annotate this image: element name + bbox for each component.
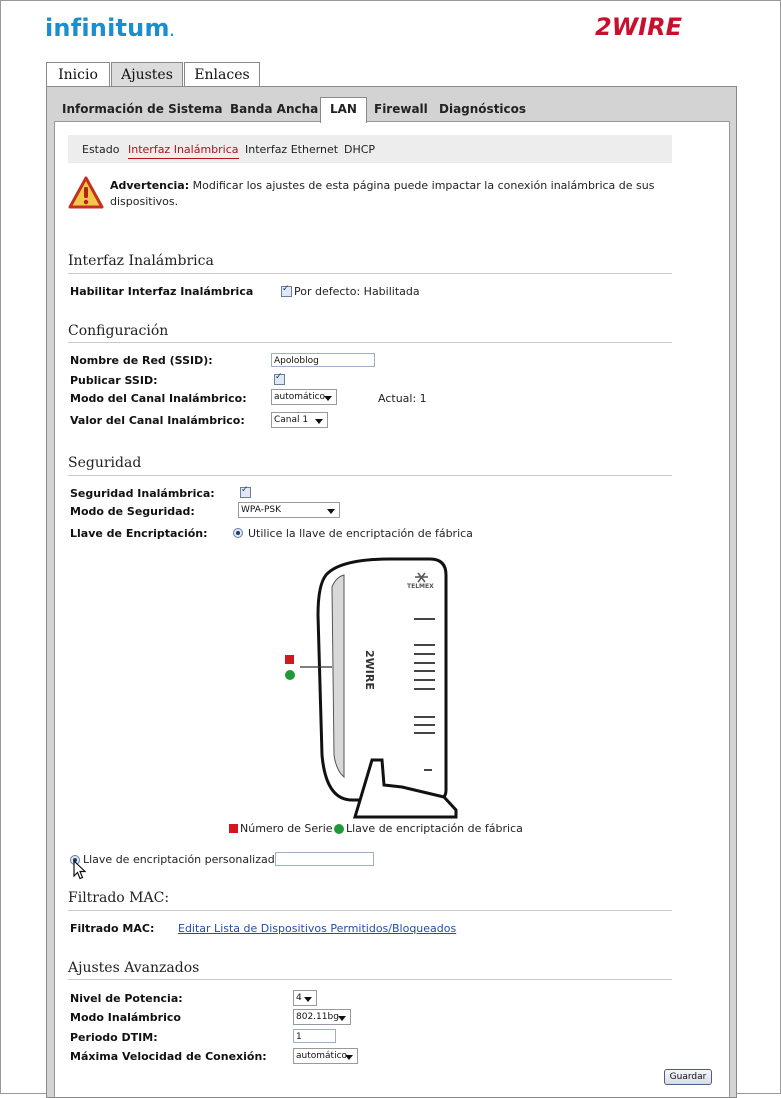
edit-device-list-link[interactable]: Editar Lista de Dispositivos Permitidos/… <box>178 922 456 935</box>
svg-text:2WIRE: 2WIRE <box>363 650 376 690</box>
svg-text:TELMEX: TELMEX <box>407 583 434 590</box>
serial-number-marker <box>285 655 294 664</box>
warning-message: Advertencia: Modificar los ajustes de es… <box>110 179 655 208</box>
max-speed-label: Máxima Velocidad de Conexión: <box>70 1050 267 1063</box>
chevron-down-icon <box>327 509 335 514</box>
custom-key-input[interactable] <box>275 852 374 866</box>
section-title-security: Seguridad <box>68 455 142 471</box>
wireless-mode-select[interactable]: 802.11bg <box>293 1009 351 1025</box>
legend-serial-label: Número de Serie <box>240 822 333 835</box>
chevron-down-icon <box>338 1016 346 1021</box>
subnav-dhcp[interactable]: DHCP <box>344 143 375 156</box>
chevron-down-icon <box>345 1055 353 1060</box>
channel-mode-select[interactable]: automático <box>271 389 337 405</box>
section-title-advanced: Ajustes Avanzados <box>68 960 200 976</box>
warning-icon <box>68 176 104 214</box>
enable-wireless-checkbox[interactable] <box>281 284 292 297</box>
svg-text:2WIRE: 2WIRE <box>595 13 683 41</box>
divider <box>68 342 672 343</box>
ssid-input[interactable]: Apoloblog <box>271 353 375 367</box>
security-mode-label: Modo de Seguridad: <box>70 505 195 518</box>
legend-key-label: Llave de encriptación de fábrica <box>346 822 523 835</box>
tab-lan[interactable]: LAN <box>320 97 367 123</box>
wireless-security-checkbox[interactable] <box>240 485 251 498</box>
factory-key-option-label: Utilice la llave de encriptación de fábr… <box>248 527 473 540</box>
default-enabled-text: Por defecto: Habilitada <box>294 285 420 298</box>
tab-inicio[interactable]: Inicio <box>46 62 110 87</box>
channel-value-select[interactable]: Canal 1 <box>271 412 328 428</box>
chevron-down-icon <box>315 419 323 424</box>
divider <box>68 979 672 980</box>
security-mode-select[interactable]: WPA-PSK <box>238 502 340 518</box>
enable-wireless-label: Habilitar Interfaz Inalámbrica <box>70 285 254 298</box>
max-speed-select[interactable]: automático <box>293 1048 358 1064</box>
power-level-select[interactable]: 4 <box>293 990 317 1006</box>
publish-ssid-checkbox[interactable] <box>274 372 285 385</box>
tab-diagnosticos[interactable]: Diagnósticos <box>439 98 526 120</box>
chevron-down-icon <box>304 997 312 1002</box>
mac-filter-label: Filtrado MAC: <box>70 922 155 935</box>
gateway-device-illustration: TELMEX 2WIRE <box>280 555 470 824</box>
subnav-interfaz-inalambrica[interactable]: Interfaz Inalámbrica <box>128 143 239 159</box>
subnav-estado[interactable]: Estado <box>82 143 119 156</box>
publish-ssid-label: Publicar SSID: <box>70 374 158 387</box>
legend-key-swatch <box>334 824 344 834</box>
tab-ajustes[interactable]: Ajustes <box>111 62 183 88</box>
dtim-period-label: Periodo DTIM: <box>70 1031 158 1044</box>
divider <box>68 273 672 274</box>
dtim-period-input[interactable]: 1 <box>293 1029 336 1043</box>
encryption-key-label: Llave de Encriptación: <box>70 527 208 540</box>
wireless-mode-label: Modo Inalámbrico <box>70 1011 181 1024</box>
current-channel-text: Actual: 1 <box>378 392 427 405</box>
section-title-configuration: Configuración <box>68 323 169 339</box>
tab-firewall[interactable]: Firewall <box>374 98 428 120</box>
factory-key-marker <box>285 670 295 680</box>
save-button[interactable]: Guardar <box>664 1069 712 1085</box>
legend-serial-swatch <box>229 824 238 833</box>
divider <box>68 475 672 476</box>
wireless-security-label: Seguridad Inalámbrica: <box>70 487 215 500</box>
tab-enlaces[interactable]: Enlaces <box>184 62 260 87</box>
infinitum-logo: infinitum. <box>45 14 175 42</box>
ssid-label: Nombre de Red (SSID): <box>70 354 213 367</box>
channel-value-label: Valor del Canal Inalámbrico: <box>70 414 245 427</box>
tab-banda-ancha[interactable]: Banda Ancha <box>230 98 318 120</box>
subnav-interfaz-ethernet[interactable]: Interfaz Ethernet <box>245 143 338 156</box>
tab-informacion-sistema[interactable]: Información de Sistema <box>62 98 222 120</box>
divider <box>68 910 672 911</box>
section-title-wireless-interface: Interfaz Inalámbrica <box>68 253 214 269</box>
section-title-mac-filter: Filtrado MAC: <box>68 890 170 906</box>
factory-key-radio[interactable] <box>233 528 243 538</box>
chevron-down-icon <box>324 396 332 401</box>
2wire-logo: 2WIRE <box>593 10 703 48</box>
custom-key-option-label: Llave de encriptación personalizada: <box>83 853 286 866</box>
mouse-cursor-icon <box>73 859 87 884</box>
power-level-label: Nivel de Potencia: <box>70 992 183 1005</box>
channel-mode-label: Modo del Canal Inalámbrico: <box>70 392 247 405</box>
